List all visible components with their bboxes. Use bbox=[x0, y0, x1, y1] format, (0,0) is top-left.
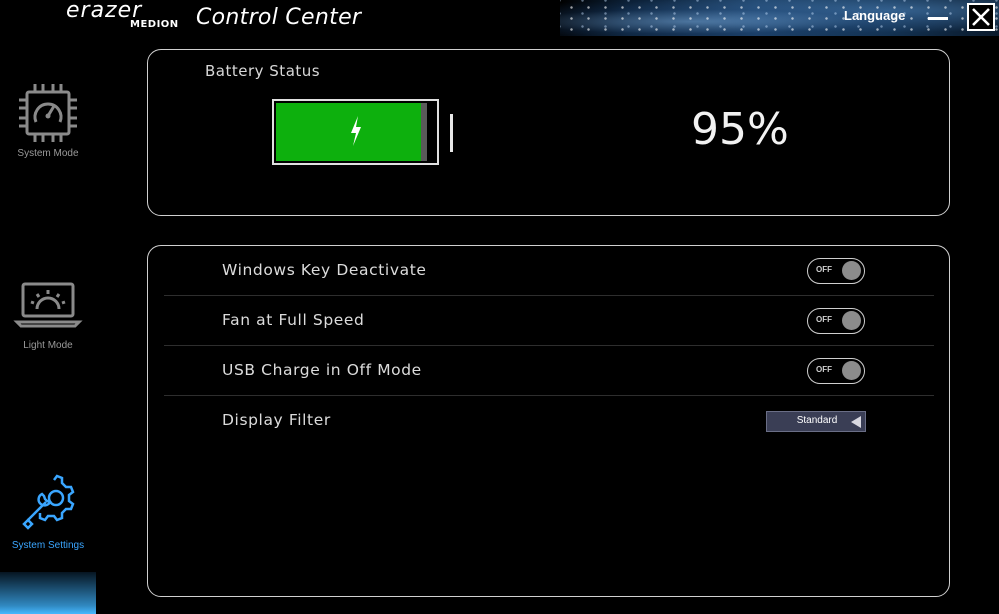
settings-row-usb-charge: USB Charge in Off Mode OFF bbox=[164, 346, 934, 396]
toggle-state-text: OFF bbox=[816, 365, 832, 374]
system-settings-panel: Windows Key Deactivate OFF Fan at Full S… bbox=[147, 245, 950, 597]
active-nav-glow bbox=[0, 572, 96, 614]
fan-full-speed-toggle[interactable]: OFF bbox=[807, 308, 865, 334]
erazer-medion-logo: erazer MEDION bbox=[66, 0, 182, 34]
battery-status-title: Battery Status bbox=[205, 62, 321, 80]
charging-bolt-icon bbox=[274, 116, 437, 150]
sidebar-item-label: System Settings bbox=[11, 540, 85, 551]
close-icon bbox=[972, 8, 990, 26]
battery-percentage: 95% bbox=[691, 104, 789, 155]
language-button[interactable]: Language bbox=[844, 8, 905, 23]
gears-wrench-icon bbox=[22, 474, 75, 530]
display-filter-select[interactable]: Standard bbox=[766, 411, 866, 432]
app-title: Control Center bbox=[196, 5, 362, 30]
toggle-knob bbox=[842, 361, 861, 380]
minimize-button[interactable] bbox=[928, 8, 948, 28]
toggle-state-text: OFF bbox=[816, 315, 832, 324]
toggle-state-text: OFF bbox=[816, 265, 832, 274]
cpu-gauge-icon bbox=[19, 84, 77, 142]
chevron-left-icon bbox=[851, 416, 861, 428]
toggle-knob bbox=[842, 311, 861, 330]
setting-label: USB Charge in Off Mode bbox=[222, 361, 422, 379]
battery-terminal bbox=[450, 114, 453, 152]
battery-gauge bbox=[272, 99, 439, 165]
laptop-sun-icon bbox=[13, 282, 83, 328]
sidebar-item-system-mode[interactable]: System Mode bbox=[0, 78, 96, 159]
toggle-knob bbox=[842, 261, 861, 280]
sidebar-item-label: System Mode bbox=[17, 148, 79, 159]
sidebar-item-light-mode[interactable]: Light Mode bbox=[0, 276, 96, 351]
close-button[interactable] bbox=[967, 3, 995, 31]
usb-charge-off-mode-toggle[interactable]: OFF bbox=[807, 358, 865, 384]
setting-label: Fan at Full Speed bbox=[222, 311, 365, 329]
sidebar-item-label: Light Mode bbox=[23, 340, 73, 351]
settings-row-windows-key: Windows Key Deactivate OFF bbox=[164, 246, 934, 296]
windows-key-deactivate-toggle[interactable]: OFF bbox=[807, 258, 865, 284]
settings-row-fan-full-speed: Fan at Full Speed OFF bbox=[164, 296, 934, 346]
title-bar: erazer MEDION Control Center Language bbox=[0, 0, 999, 36]
sidebar: System Mode Light Mode System Settings bbox=[0, 36, 96, 614]
setting-label: Display Filter bbox=[222, 411, 331, 429]
battery-status-panel: Battery Status 95% bbox=[147, 49, 950, 216]
sidebar-item-system-settings[interactable]: System Settings bbox=[0, 470, 96, 551]
logo-sub-text: MEDION bbox=[130, 19, 179, 30]
settings-row-display-filter: Display Filter Standard bbox=[164, 396, 934, 446]
setting-label: Windows Key Deactivate bbox=[222, 261, 427, 279]
